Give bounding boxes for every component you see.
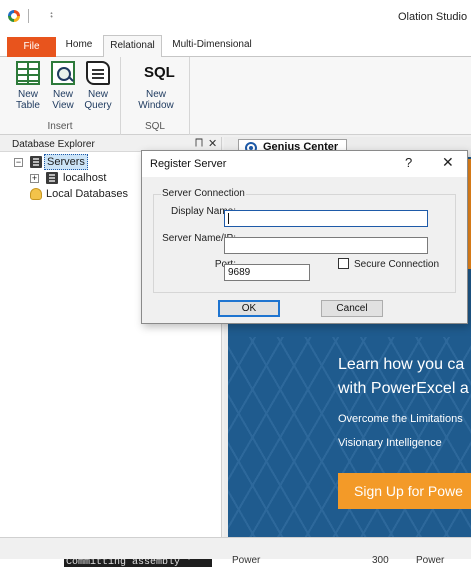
window-title: Olation Studio xyxy=(398,11,468,23)
tab-multi-dimensional[interactable]: Multi-Dimensional xyxy=(170,35,254,57)
query-icon xyxy=(86,61,110,85)
text-caret xyxy=(228,213,229,224)
new-view-label: New View xyxy=(52,89,74,111)
collapse-icon[interactable]: − xyxy=(14,158,23,167)
help-icon[interactable]: ? xyxy=(405,155,412,170)
tab-relational[interactable]: Relational xyxy=(103,35,162,58)
server-group-icon xyxy=(30,156,42,168)
ribbon-tab-bar: File Home Relational Multi-Dimensional xyxy=(0,33,471,58)
close-icon[interactable]: ✕ xyxy=(208,137,217,150)
tree-item-label: Servers xyxy=(44,154,88,170)
background-text-1: Power xyxy=(232,555,261,566)
promo-headline-line-1: Learn how you ca xyxy=(338,356,465,373)
ribbon-group-insert: New Table New View New Query Insert xyxy=(0,57,121,135)
table-icon xyxy=(16,61,40,85)
dialog-close-icon[interactable]: ✕ xyxy=(442,154,454,171)
new-query-button[interactable]: New Query xyxy=(81,61,115,111)
promo-headline: Learn how you ca with PowerExcel a xyxy=(338,353,471,401)
secure-connection-checkbox[interactable] xyxy=(338,258,349,269)
sql-icon: SQL xyxy=(144,64,175,81)
new-query-label: New Query xyxy=(84,89,112,111)
tab-file[interactable]: File xyxy=(7,37,56,57)
port-input[interactable]: 9689 xyxy=(224,264,310,281)
ribbon: New Table New View New Query Insert SQL … xyxy=(0,57,471,135)
new-table-button[interactable]: New Table xyxy=(11,61,45,111)
promo-text-2: Visionary Intelligence xyxy=(338,437,442,449)
sign-up-button[interactable]: Sign Up for Powe xyxy=(338,473,471,509)
cancel-button[interactable]: Cancel xyxy=(321,300,383,317)
tree-item-label: localhost xyxy=(63,172,107,184)
new-table-label: New Table xyxy=(16,89,40,111)
promo-text-1: Overcome the Limitations xyxy=(338,413,463,425)
view-icon xyxy=(51,61,75,85)
quick-access-dropdown-icon[interactable]: ⨟ xyxy=(50,9,53,20)
dialog-body: Server Connection Display Name: Server N… xyxy=(142,177,467,323)
server-name-input[interactable] xyxy=(224,237,428,254)
expand-icon[interactable]: + xyxy=(30,174,39,183)
tab-home[interactable]: Home xyxy=(60,35,98,57)
new-view-button[interactable]: New View xyxy=(46,61,80,111)
ribbon-group-label-sql: SQL xyxy=(144,121,165,132)
explorer-title: Database Explorer xyxy=(12,139,95,150)
pin-icon[interactable]: ⨅ xyxy=(195,138,203,149)
secure-connection-label: Secure Connection xyxy=(354,259,440,270)
promo-headline-line-2: with PowerExcel a xyxy=(338,380,469,397)
local-database-icon xyxy=(30,188,42,200)
dialog-title-bar[interactable]: Register Server ? ✕ xyxy=(142,151,467,177)
new-window-button[interactable]: SQL New Window xyxy=(127,61,185,111)
ok-button[interactable]: OK xyxy=(218,300,280,317)
background-console-text: Committing assembly ' xyxy=(64,559,212,567)
tree-item-label: Local Databases xyxy=(46,188,128,200)
new-window-label: New Window xyxy=(138,89,174,111)
display-name-input[interactable] xyxy=(224,210,428,227)
server-connection-legend: Server Connection xyxy=(161,188,246,199)
server-icon xyxy=(46,172,58,184)
title-separator xyxy=(28,9,29,23)
app-logo-icon xyxy=(8,10,20,22)
background-text-3: Power xyxy=(416,555,445,566)
ribbon-group-label-insert: Insert xyxy=(47,121,73,132)
background-text-2: 300 xyxy=(372,555,389,566)
title-bar: ⨟ Olation Studio xyxy=(0,0,471,33)
dialog-title: Register Server xyxy=(150,158,227,170)
ribbon-group-sql: SQL New Window SQL xyxy=(121,57,190,135)
register-server-dialog: Register Server ? ✕ Server Connection Di… xyxy=(141,150,468,324)
